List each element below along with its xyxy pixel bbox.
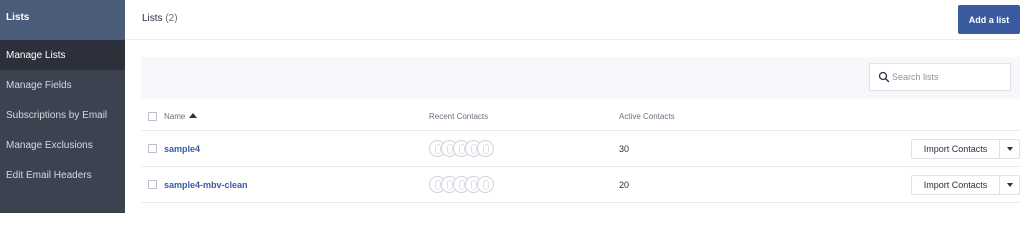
- page-title: Lists (2): [142, 13, 178, 24]
- page-title-text: Lists: [142, 13, 163, 24]
- search-icon: [878, 71, 890, 83]
- main-content: Lists (2) Add a list Name Recent Contact…: [125, 0, 1020, 213]
- app: Lists Manage Lists Manage Fields Subscri…: [0, 0, 1020, 213]
- active-contacts-count: 30: [619, 144, 630, 154]
- search-input[interactable]: [892, 69, 1004, 85]
- sidebar-item-manage-lists[interactable]: Manage Lists: [0, 40, 125, 70]
- search-box[interactable]: [869, 63, 1011, 91]
- sidebar: Lists Manage Lists Manage Fields Subscri…: [0, 0, 125, 213]
- column-header-active-contacts: Active Contacts: [619, 112, 675, 121]
- table-header: Name Recent Contacts Active Contacts: [141, 99, 1020, 131]
- sidebar-item-subscriptions-by-email[interactable]: Subscriptions by Email: [0, 100, 125, 130]
- list-name-link[interactable]: sample4-mbv-clean: [164, 180, 248, 190]
- import-options-dropdown[interactable]: [999, 139, 1020, 159]
- page-header: Lists (2) Add a list: [125, 0, 1020, 40]
- table-toolbar: [141, 57, 1020, 99]
- select-all-checkbox[interactable]: [148, 112, 157, 121]
- contact-avatar-icon: [477, 176, 494, 193]
- import-contacts-button[interactable]: Import Contacts: [911, 175, 999, 195]
- contact-avatar-icon: [477, 140, 494, 157]
- list-count: (2): [165, 13, 178, 24]
- row-checkbox[interactable]: [148, 144, 157, 153]
- recent-contacts-avatars: [429, 176, 494, 193]
- sidebar-header: Lists: [0, 0, 125, 40]
- chevron-down-icon: [1006, 183, 1013, 187]
- import-options-dropdown[interactable]: [999, 175, 1020, 195]
- row-checkbox[interactable]: [148, 180, 157, 189]
- table-row: sample4 30 Import Contacts: [141, 131, 1020, 167]
- import-contacts-button[interactable]: Import Contacts: [911, 139, 999, 159]
- lists-table: Name Recent Contacts Active Contacts sam…: [141, 99, 1020, 203]
- table-row: sample4-mbv-clean 20 Import Contacts: [141, 167, 1020, 203]
- import-contacts-group: Import Contacts: [911, 175, 1020, 195]
- chevron-down-icon: [1006, 147, 1013, 151]
- column-header-name[interactable]: Name: [164, 112, 198, 121]
- sidebar-item-manage-fields[interactable]: Manage Fields: [0, 70, 125, 100]
- sort-ascending-icon: [189, 113, 198, 118]
- recent-contacts-avatars: [429, 140, 494, 157]
- import-contacts-group: Import Contacts: [911, 139, 1020, 159]
- sidebar-item-edit-email-headers[interactable]: Edit Email Headers: [0, 160, 125, 190]
- add-list-button[interactable]: Add a list: [958, 5, 1020, 34]
- column-header-name-label: Name: [164, 112, 186, 121]
- sidebar-nav: Manage Lists Manage Fields Subscriptions…: [0, 40, 125, 190]
- list-name-link[interactable]: sample4: [164, 144, 200, 154]
- sidebar-item-manage-exclusions[interactable]: Manage Exclusions: [0, 130, 125, 160]
- active-contacts-count: 20: [619, 180, 630, 190]
- column-header-recent-contacts: Recent Contacts: [429, 112, 489, 121]
